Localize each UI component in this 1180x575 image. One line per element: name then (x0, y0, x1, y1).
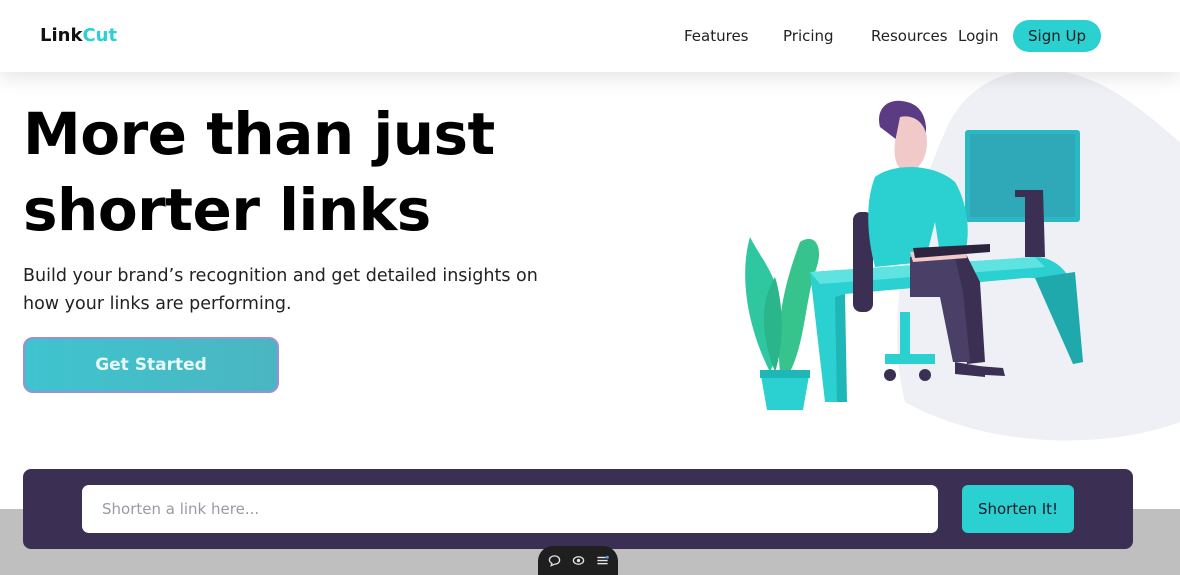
navbar: LinkCut Features Pricing Resources Login… (0, 0, 1180, 72)
signup-button[interactable]: Sign Up (1013, 20, 1101, 52)
nav-link-resources[interactable]: Resources (871, 27, 948, 45)
hero-title-line1: More than just (23, 100, 495, 168)
floating-toolbar (538, 546, 618, 575)
get-started-button[interactable]: Get Started (23, 337, 279, 393)
chat-icon[interactable] (547, 554, 561, 568)
shorten-form: Shorten It! (23, 469, 1133, 549)
nav-link-features[interactable]: Features (684, 27, 749, 45)
nav-link-pricing[interactable]: Pricing (783, 27, 834, 45)
nav-link-login[interactable]: Login (958, 27, 998, 45)
hero-title-line2: shorter links (23, 176, 431, 244)
hero-description: Build your brand’s recognition and get d… (23, 266, 538, 314)
plant-icon (745, 237, 820, 410)
menu-icon[interactable] (595, 554, 609, 568)
eye-icon[interactable] (571, 554, 585, 568)
logo-text-cut: Cut (82, 25, 118, 46)
logo-text-link: Link (40, 25, 83, 46)
hero-title: More than just shorter links (23, 96, 583, 248)
working-person-illustration (745, 72, 1180, 441)
logo[interactable]: LinkCut (40, 25, 117, 46)
shorten-link-input[interactable] (82, 485, 938, 533)
shorten-it-button[interactable]: Shorten It! (962, 485, 1074, 533)
